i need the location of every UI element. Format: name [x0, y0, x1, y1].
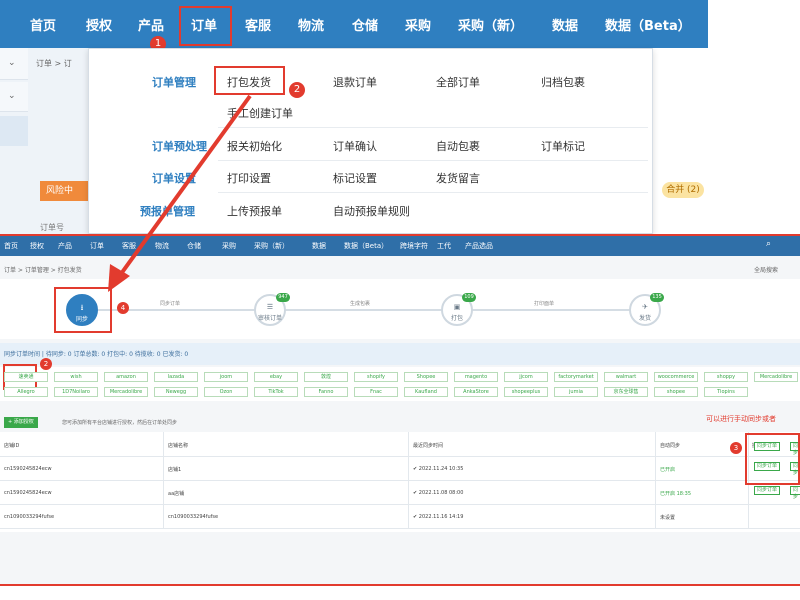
- platform-tag[interactable]: Fanno: [304, 387, 348, 397]
- platform-tag[interactable]: Fnac: [354, 387, 398, 397]
- platform-tag[interactable]: Kaufland: [404, 387, 448, 397]
- red-arrow: [108, 94, 252, 292]
- platform-tag[interactable]: TikTok: [254, 387, 298, 397]
- platform-tag[interactable]: Tiopins: [704, 387, 748, 397]
- platform-tag[interactable]: 京东全球售: [604, 387, 648, 397]
- platform-tag[interactable]: Shopee: [404, 372, 448, 382]
- platform-tag[interactable]: Mercadolibre: [104, 387, 148, 397]
- platform-tag[interactable]: woocommerce: [654, 372, 698, 382]
- platform-tag[interactable]: 1D7Noilaro: [54, 387, 98, 397]
- platform-tag[interactable]: 敦煌: [304, 372, 348, 382]
- platform-tag[interactable]: Mercadolibre: [754, 372, 798, 382]
- platform-tag[interactable]: shoppy: [704, 372, 748, 382]
- platform-tag[interactable]: joom: [204, 372, 248, 382]
- platform-tag[interactable]: wish: [54, 372, 98, 382]
- platform-tag[interactable]: 速卖通: [4, 372, 48, 382]
- platform-tag[interactable]: walmart: [604, 372, 648, 382]
- platform-tag[interactable]: lazada: [154, 372, 198, 382]
- platform-tag[interactable]: jumia: [554, 387, 598, 397]
- platform-tag[interactable]: Allegro: [4, 387, 48, 397]
- platform-tag[interactable]: factorymarket: [554, 372, 598, 382]
- platform-tag[interactable]: amazon: [104, 372, 148, 382]
- platform-tag[interactable]: Ozon: [204, 387, 248, 397]
- platform-tag[interactable]: magento: [454, 372, 498, 382]
- platform-tag[interactable]: shopee: [654, 387, 698, 397]
- platform-tag[interactable]: shopeeplus: [504, 387, 548, 397]
- platform-tag[interactable]: AnkaStore: [454, 387, 498, 397]
- platform-tag[interactable]: Newegg: [154, 387, 198, 397]
- platform-tag[interactable]: jjcom: [504, 372, 548, 382]
- platform-tag[interactable]: shopify: [354, 372, 398, 382]
- platform-tag[interactable]: ebay: [254, 372, 298, 382]
